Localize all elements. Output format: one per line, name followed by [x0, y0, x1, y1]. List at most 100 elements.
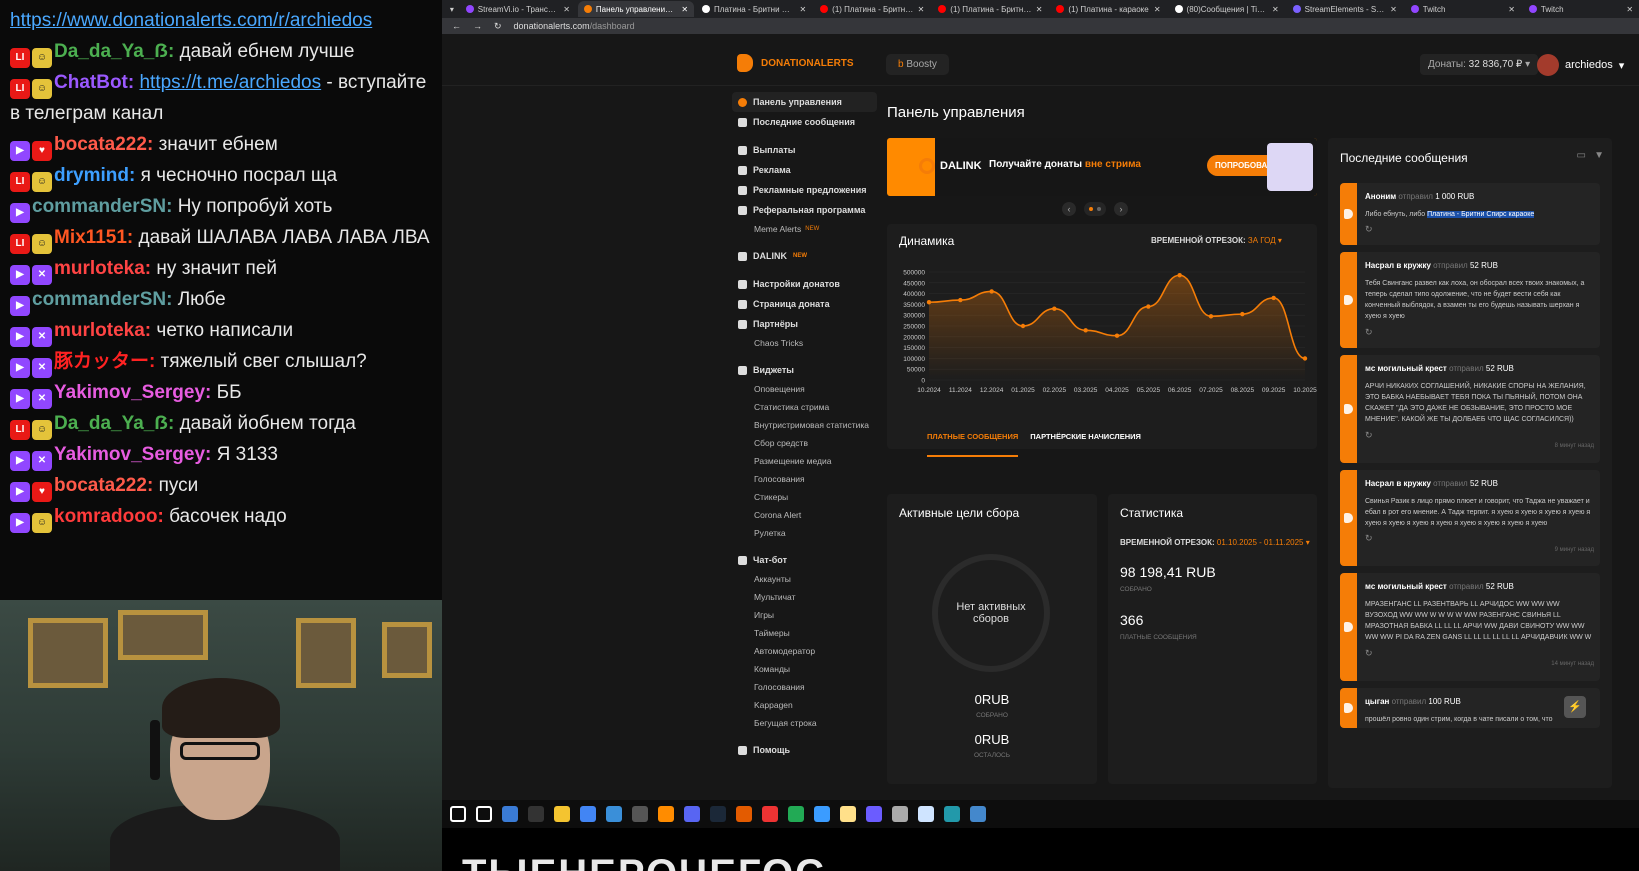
close-tab-icon[interactable]: ✕	[1272, 5, 1279, 14]
tab-partner-income[interactable]: ПАРТНЁРСКИЕ НАЧИСЛЕНИЯ	[1030, 432, 1141, 457]
browser-tab[interactable]: StreamElements - Sound ✕	[1287, 1, 1403, 17]
app-icon[interactable]	[788, 806, 804, 822]
app-icon[interactable]	[892, 806, 908, 822]
sidebar-item[interactable]: Голосования	[732, 678, 877, 696]
browser-tab[interactable]: Twitch ✕	[1523, 1, 1639, 17]
chat-username[interactable]: komradooo:	[54, 506, 164, 527]
donation-message[interactable]: мс могильный крест отправил 52 RUB МРАЗЕН…	[1340, 573, 1600, 681]
sidebar-item[interactable]: Таймеры	[732, 624, 877, 642]
notes-icon[interactable]	[840, 806, 856, 822]
chat-top-link[interactable]: https://www.donationalerts.com/r/archied…	[10, 6, 432, 37]
donation-message[interactable]: Насрал в кружку отправил 52 RUB Тебя Свин…	[1340, 252, 1600, 348]
sidebar-item[interactable]: Помощь	[732, 740, 877, 760]
sidebar-item[interactable]: Аккаунты	[732, 570, 877, 588]
chat-username[interactable]: drymind:	[54, 165, 135, 186]
tab-search-icon[interactable]: ▾	[446, 5, 458, 14]
sidebar-item[interactable]: Страница доната	[732, 294, 877, 314]
sidebar-item[interactable]: Внутристримовая статистика	[732, 416, 877, 434]
chat-username[interactable]: commanderSN:	[32, 196, 172, 217]
forward-icon[interactable]: →	[473, 21, 482, 31]
close-tab-icon[interactable]: ✕	[563, 5, 570, 14]
folder-icon[interactable]	[554, 806, 570, 822]
chat-username[interactable]: murloteka:	[54, 320, 151, 341]
sidebar-item[interactable]: Реклама	[732, 160, 877, 180]
app-icon[interactable]	[736, 806, 752, 822]
close-tab-icon[interactable]: ✕	[1036, 5, 1043, 14]
sidebar-item[interactable]: Стикеры	[732, 488, 877, 506]
chat-link[interactable]: https://t.me/archiedos	[139, 72, 321, 93]
sidebar-item[interactable]: Автомодератор	[732, 642, 877, 660]
replay-icon[interactable]: ↻	[1365, 531, 1594, 545]
close-tab-icon[interactable]: ✕	[1508, 5, 1515, 14]
sidebar-item[interactable]: Оповещения	[732, 380, 877, 398]
chat-username[interactable]: Da_da_Ya_ẞ:	[54, 413, 174, 434]
donation-message[interactable]: мс могильный крест отправил 52 RUB АРЧИ Н…	[1340, 355, 1600, 463]
app-icon[interactable]	[918, 806, 934, 822]
sidebar-item[interactable]: Бегущая строка	[732, 714, 877, 732]
browser-tab[interactable]: (1) Платина - караоке ✕	[1050, 1, 1166, 17]
sidebar-item[interactable]: Игры	[732, 606, 877, 624]
user-menu[interactable]: archiedos ▾	[1537, 54, 1624, 76]
stats-period[interactable]: ВРЕМЕННОЙ ОТРЕЗОК: 01.10.2025 - 01.11.20…	[1120, 538, 1310, 547]
browser-tab[interactable]: StreamVi.io - Трансляции ✕	[460, 1, 576, 17]
sidebar-item[interactable]: Chaos Tricks	[732, 334, 877, 352]
browser-tab[interactable]: Twitch ✕	[1405, 1, 1521, 17]
app-icon[interactable]	[866, 806, 882, 822]
boosty-button[interactable]: b Boosty	[886, 54, 949, 75]
browser-tab[interactable]: (80)Сообщения | TikTok ✕	[1169, 1, 1285, 17]
obs-icon[interactable]	[632, 806, 648, 822]
chat-username[interactable]: ChatBot:	[54, 72, 134, 93]
sidebar-item[interactable]: Сбор средств	[732, 434, 877, 452]
sidebar-item[interactable]: Настройки донатов	[732, 274, 877, 294]
sidebar-item[interactable]: Реферальная программа	[732, 200, 877, 220]
sidebar-item[interactable]: Виджеты	[732, 360, 877, 380]
sidebar-item[interactable]: Размещение медиа	[732, 452, 877, 470]
carousel-next-icon[interactable]: ›	[1114, 202, 1128, 216]
chat-username[interactable]: bocata222:	[54, 475, 153, 496]
sidebar-item[interactable]: Выплаты	[732, 140, 877, 160]
close-tab-icon[interactable]: ✕	[681, 5, 688, 14]
sidebar-item[interactable]: Corona Alert	[732, 506, 877, 524]
dalink-banner[interactable]: DALINK Получайте донаты вне стрима ПОПРО…	[887, 138, 1317, 196]
reload-icon[interactable]: ↻	[494, 21, 502, 32]
chat-username[interactable]: Yakimov_Sergey:	[54, 382, 211, 403]
donation-message[interactable]: цыган отправил 100 RUB прошёл ровно один …	[1340, 688, 1600, 728]
calculator-icon[interactable]	[970, 806, 986, 822]
donates-balance-dropdown[interactable]: Донаты: 32 836,70 ₽ ▾	[1420, 54, 1539, 75]
dynamics-period[interactable]: ВРЕМЕННОЙ ОТРЕЗОК: ЗА ГОД ▾	[1151, 236, 1282, 245]
carousel-dots[interactable]	[1084, 202, 1106, 216]
sidebar-item[interactable]: Рулетка	[732, 524, 877, 542]
close-tab-icon[interactable]: ✕	[799, 5, 806, 14]
sidebar-item[interactable]: Партнёры	[732, 314, 877, 334]
carousel-prev-icon[interactable]: ‹	[1062, 202, 1076, 216]
browser-tab[interactable]: (1) Платина - Бритни Спирс ✕	[932, 1, 1048, 17]
sidebar-item[interactable]: Статистика стрима	[732, 398, 877, 416]
chat-username[interactable]: bocata222:	[54, 134, 153, 155]
chat-username[interactable]: murloteka:	[54, 258, 151, 279]
donation-message[interactable]: Аноним отправил 1 000 RUB Либо ебнуть, ли…	[1340, 183, 1600, 245]
close-tab-icon[interactable]: ✕	[1626, 5, 1633, 14]
chat-username[interactable]: commanderSN:	[32, 289, 172, 310]
replay-icon[interactable]: ↻	[1365, 325, 1594, 339]
terminal-icon[interactable]	[606, 806, 622, 822]
chrome-icon[interactable]	[580, 806, 596, 822]
chat-username[interactable]: Mix1151:	[54, 227, 133, 248]
sidebar-item[interactable]: Мультичат	[732, 588, 877, 606]
close-tab-icon[interactable]: ✕	[1154, 5, 1161, 14]
sidebar-item[interactable]: Чат-бот	[732, 550, 877, 570]
sidebar-item[interactable]: DALINK NEW	[732, 246, 877, 266]
chat-username[interactable]: 豚カッター:	[54, 351, 155, 372]
popout-icon[interactable]: ▭	[1577, 150, 1586, 161]
browser-tab[interactable]: Платина - Бритни Спирс ✕	[696, 1, 812, 17]
sidebar-item[interactable]: Команды	[732, 660, 877, 678]
donation-message[interactable]: Насрал в кружку отправил 52 RUB Свинья Ра…	[1340, 470, 1600, 566]
windows-start-icon[interactable]	[450, 806, 466, 822]
telegram-icon[interactable]	[814, 806, 830, 822]
site-logo[interactable]: DONATIONALERTS	[737, 54, 854, 72]
chat-username[interactable]: Da_da_Ya_ẞ:	[54, 41, 174, 62]
close-tab-icon[interactable]: ✕	[918, 5, 925, 14]
sidebar-item[interactable]: Голосования	[732, 470, 877, 488]
sidebar-item[interactable]: Рекламные предложения	[732, 180, 877, 200]
replay-icon[interactable]: ↻	[1365, 428, 1594, 442]
vlc-icon[interactable]	[658, 806, 674, 822]
